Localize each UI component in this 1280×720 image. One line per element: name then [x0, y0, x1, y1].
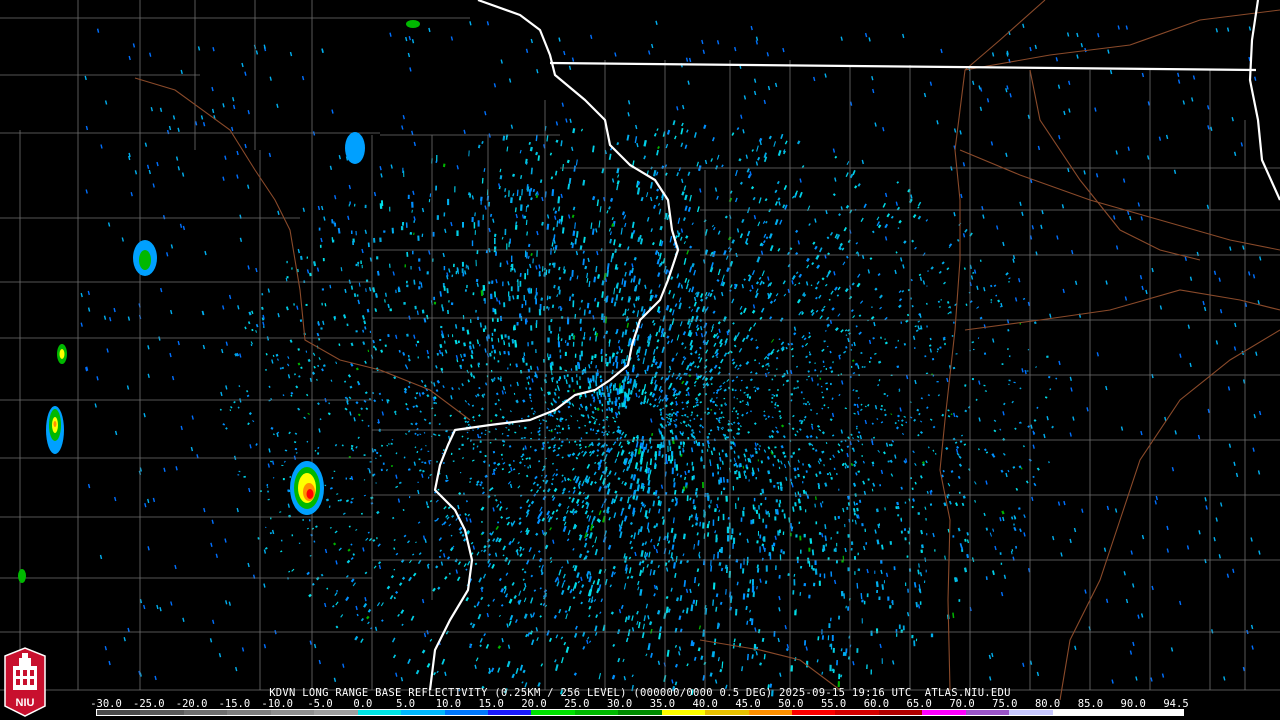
- colorbar-segment: [1009, 710, 1053, 715]
- storm-cell-west-mid: [46, 406, 64, 454]
- colorbar-segment: [531, 710, 575, 715]
- colorbar-segment: [1052, 710, 1097, 715]
- colorbar-segment: [183, 710, 228, 715]
- colorbar-segment: [140, 710, 184, 715]
- colorbar-segment: [444, 710, 488, 715]
- colorbar-segment: [705, 710, 749, 715]
- niu-logo-text: NIU: [16, 697, 35, 709]
- colorbar-segment: [618, 710, 662, 715]
- colorbar-segment: [965, 710, 1010, 715]
- colorbar-segment: [922, 710, 966, 715]
- storm-cell-southwest: [290, 461, 324, 515]
- colorbar-segment: [878, 710, 923, 715]
- radar-site-marker: [560, 356, 574, 370]
- colorbar-segment: [270, 710, 315, 715]
- niu-tower-icon: NIU: [4, 647, 46, 717]
- colorbar-segment: [1096, 710, 1140, 715]
- colorbar-segment: [314, 710, 358, 715]
- colorbar-segment: [792, 710, 836, 715]
- colorbar-segment: [97, 710, 141, 715]
- colorbar-segment: [661, 710, 706, 715]
- colorbar-segment: [1139, 710, 1183, 715]
- colorbar-segment: [748, 710, 792, 715]
- storm-cell-west-south: [133, 240, 157, 276]
- colorbar-segment: [401, 710, 445, 715]
- radar-map: [0, 0, 1280, 720]
- storm-cell-west-north: [57, 344, 67, 364]
- reflectivity-colorbar: [96, 709, 1184, 716]
- colorbar-segment: [227, 710, 271, 715]
- colorbar-segment: [357, 710, 402, 715]
- colorbar-segment: [835, 710, 879, 715]
- colorbar-segment: [487, 710, 532, 715]
- colorbar-segment: [574, 710, 619, 715]
